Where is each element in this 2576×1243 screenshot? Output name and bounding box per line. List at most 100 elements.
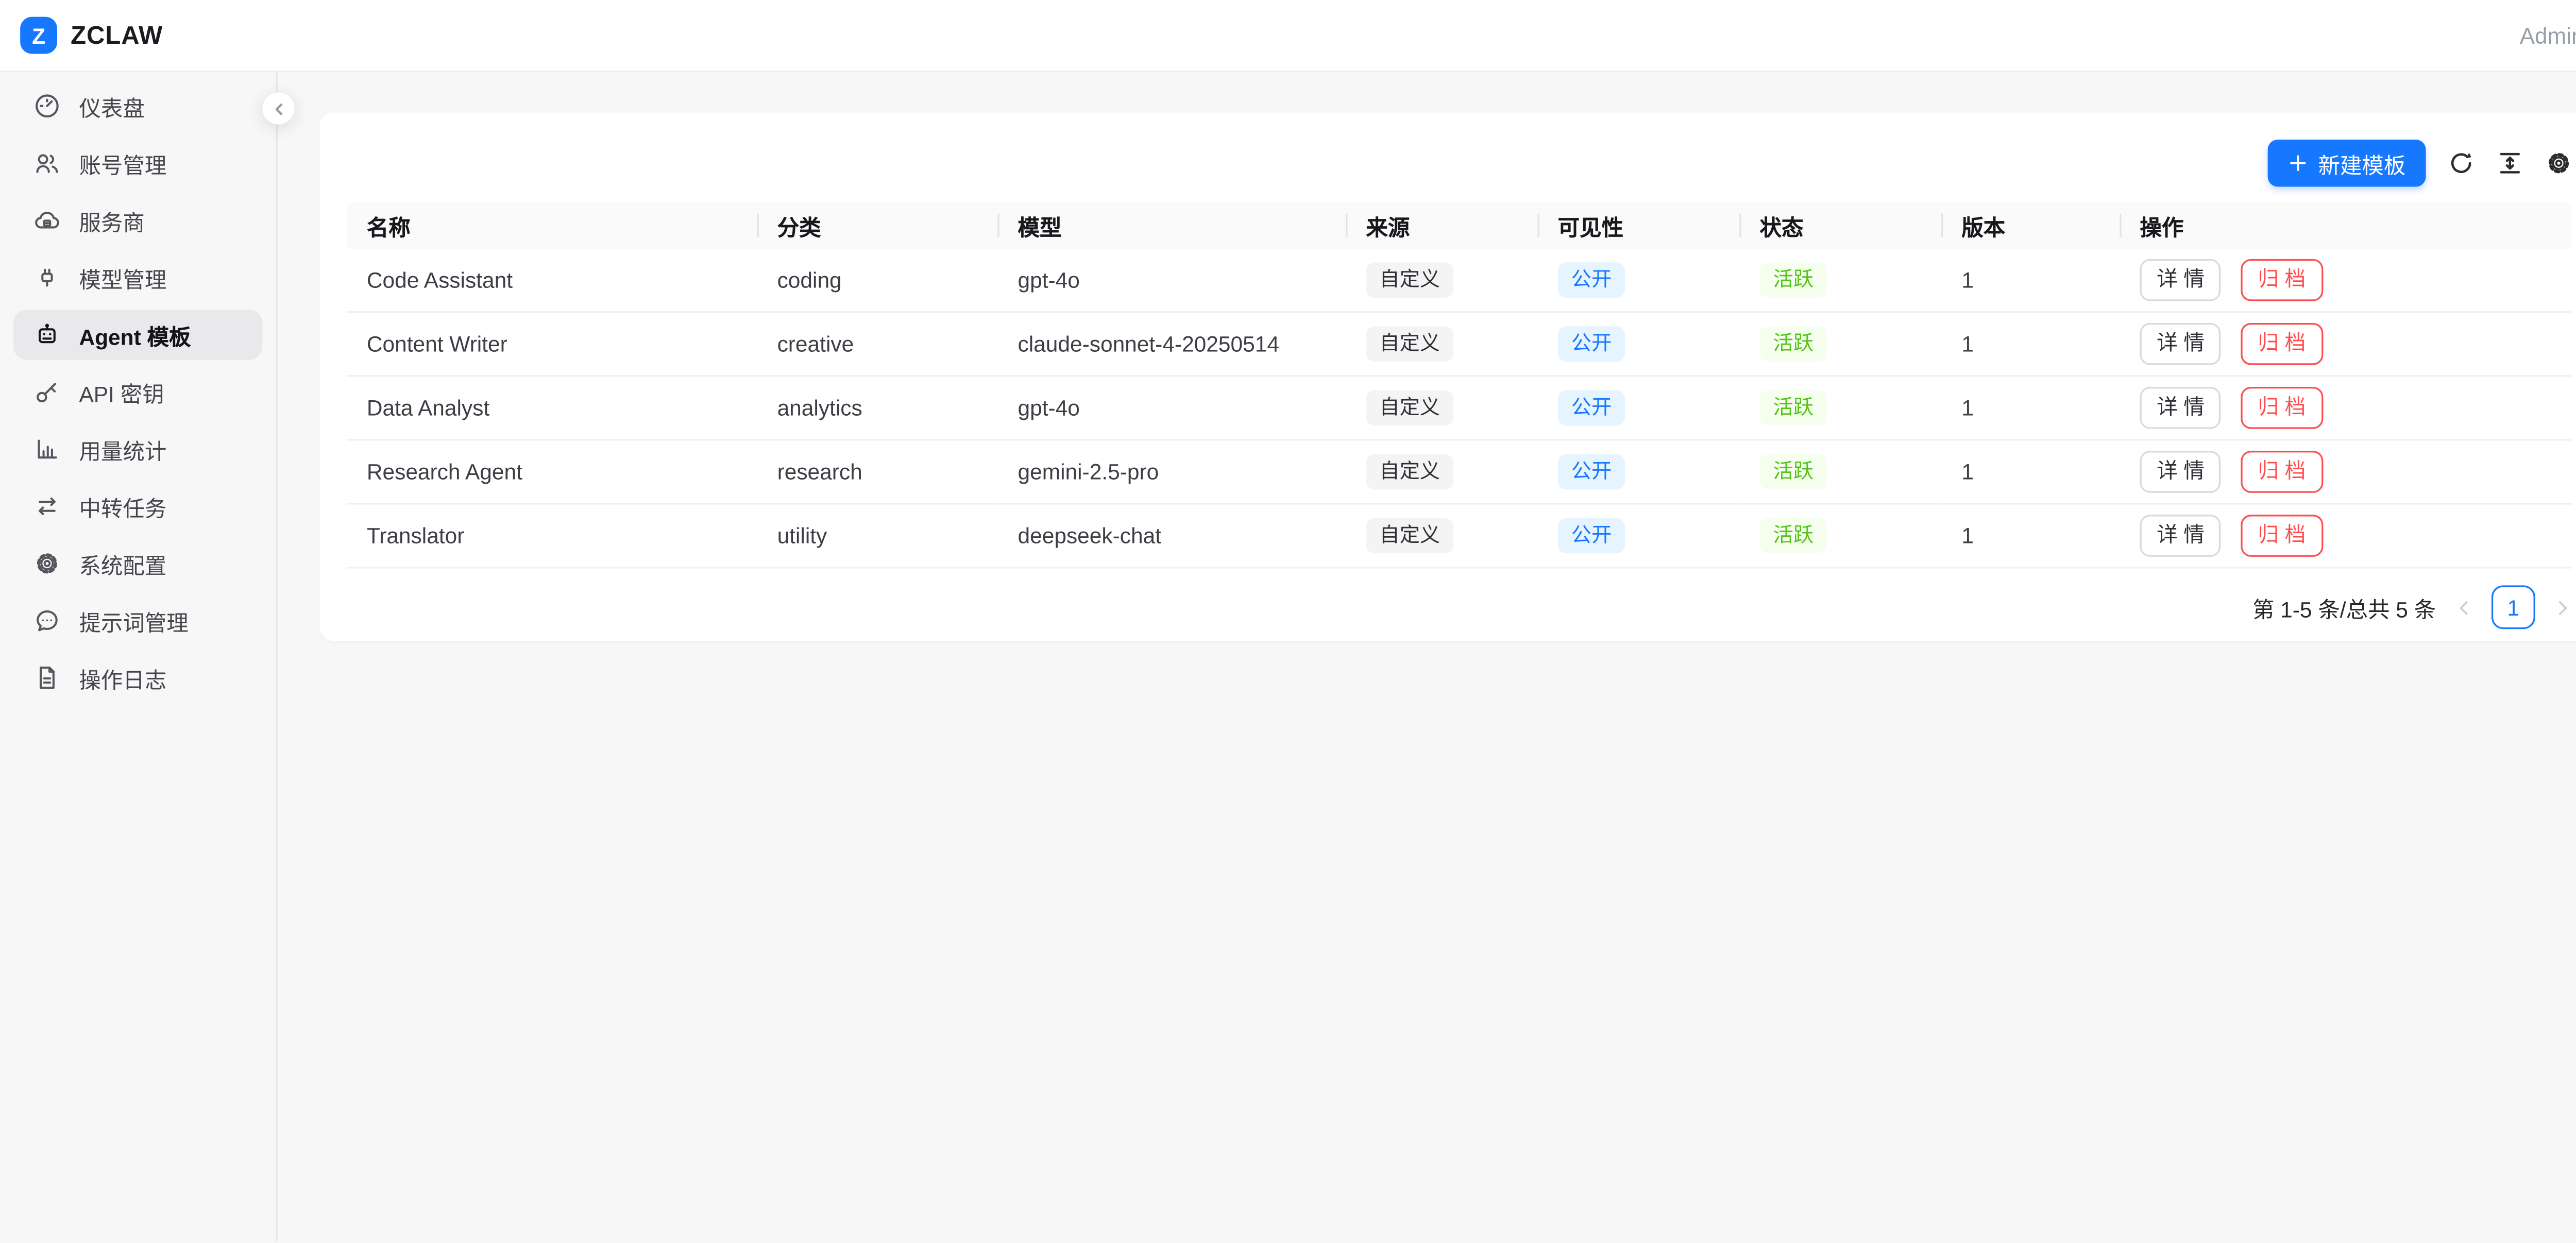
sidebar-item-dashboard[interactable]: 仪表盘 <box>13 81 262 131</box>
main-layout: 仪表盘 账号管理 服务商 模型管理 Agent 模板 API 密钥 <box>0 72 2576 1241</box>
gear-icon <box>33 550 60 577</box>
users-icon <box>33 150 60 177</box>
visibility-tag: 公开 <box>1558 326 1625 362</box>
cell-name: Translator <box>347 505 757 569</box>
visibility-tag: 公开 <box>1558 390 1625 426</box>
status-tag: 活跃 <box>1760 262 1827 298</box>
density-button[interactable] <box>2497 150 2523 177</box>
column-header-name: 名称 <box>347 202 757 249</box>
visibility-tag: 公开 <box>1558 262 1625 298</box>
archive-button[interactable]: 归 档 <box>2241 451 2323 493</box>
admin-user-menu[interactable]: Admin <box>2520 23 2576 48</box>
status-tag: 活跃 <box>1760 326 1827 362</box>
cell-category: research <box>757 441 997 505</box>
brand-name: ZCLAW <box>71 21 163 50</box>
cell-category: analytics <box>757 377 997 440</box>
sidebar-item-agent-templates[interactable]: Agent 模板 <box>13 310 262 360</box>
detail-button[interactable]: 详 情 <box>2140 451 2221 493</box>
cell-name: Code Assistant <box>347 249 757 313</box>
cell-model: gemini-2.5-pro <box>997 441 1346 505</box>
cell-model: claude-sonnet-4-20250514 <box>997 313 1346 377</box>
detail-button[interactable]: 详 情 <box>2140 323 2221 365</box>
column-header-actions: 操作 <box>2120 202 2572 249</box>
archive-button[interactable]: 归 档 <box>2241 323 2323 365</box>
sidebar-item-providers[interactable]: 服务商 <box>13 195 262 246</box>
column-settings-button[interactable] <box>2545 150 2572 177</box>
settings-gear-icon <box>2545 150 2572 177</box>
pagination-page-1[interactable]: 1 <box>2492 585 2535 629</box>
cell-model: deepseek-chat <box>997 505 1346 569</box>
table-row: Data Analyst analytics gpt-4o 自定义 公开 活跃 … <box>347 377 2572 440</box>
sidebar-item-usage-stats[interactable]: 用量统计 <box>13 424 262 474</box>
plug-icon <box>33 264 60 291</box>
detail-button[interactable]: 详 情 <box>2140 387 2221 429</box>
archive-button[interactable]: 归 档 <box>2241 259 2323 301</box>
table-header: 名称 分类 模型 来源 可见性 状态 版本 操作 <box>347 202 2572 249</box>
brand-logo-letter: Z <box>32 23 45 48</box>
sidebar-item-accounts[interactable]: 账号管理 <box>13 138 262 189</box>
sidebar-item-label: 中转任务 <box>79 490 166 522</box>
source-tag: 自定义 <box>1366 518 1453 554</box>
table-toolbar: 新建模板 <box>347 140 2572 186</box>
chevron-left-icon <box>270 100 287 117</box>
reload-icon <box>2448 150 2475 177</box>
archive-button[interactable]: 归 档 <box>2241 515 2323 557</box>
cell-name: Data Analyst <box>347 377 757 440</box>
cell-category: creative <box>757 313 997 377</box>
sidebar-item-prompts[interactable]: 提示词管理 <box>13 595 262 646</box>
sidebar-item-label: 仪表盘 <box>79 90 144 122</box>
cell-category: utility <box>757 505 997 569</box>
sidebar-item-api-keys[interactable]: API 密钥 <box>13 367 262 417</box>
cell-version: 1 <box>1941 377 2120 440</box>
archive-button[interactable]: 归 档 <box>2241 387 2323 429</box>
pagination-next-button[interactable] <box>2554 598 2572 617</box>
sidebar-item-system-config[interactable]: 系统配置 <box>13 538 262 589</box>
detail-button[interactable]: 详 情 <box>2140 259 2221 301</box>
visibility-tag: 公开 <box>1558 518 1625 554</box>
sidebar-item-relay-tasks[interactable]: 中转任务 <box>13 481 262 532</box>
cell-version: 1 <box>1941 505 2120 569</box>
key-icon <box>33 379 60 405</box>
pagination-prev-button[interactable] <box>2454 598 2473 617</box>
sidebar-item-operation-logs[interactable]: 操作日志 <box>13 653 262 703</box>
table-row: Code Assistant coding gpt-4o 自定义 公开 活跃 1… <box>347 249 2572 313</box>
brand-logo: Z <box>20 17 57 54</box>
detail-button[interactable]: 详 情 <box>2140 515 2221 557</box>
app-root: Z ZCLAW Admin 仪表盘 账号管理 服务商 模型管理 <box>0 0 2576 1243</box>
source-tag: 自定义 <box>1366 262 1453 298</box>
sidebar-item-label: 操作日志 <box>79 662 166 694</box>
column-header-category: 分类 <box>757 202 997 249</box>
plus-icon <box>2288 153 2308 173</box>
sidebar-item-label: 用量统计 <box>79 433 166 465</box>
sidebar-collapse-button[interactable] <box>262 93 294 125</box>
sidebar-item-models[interactable]: 模型管理 <box>13 252 262 303</box>
reload-button[interactable] <box>2448 150 2475 177</box>
sidebar-item-label: 服务商 <box>79 205 144 236</box>
file-log-icon <box>33 665 60 691</box>
column-header-model: 模型 <box>997 202 1346 249</box>
chevron-right-icon <box>2554 598 2572 617</box>
column-header-version: 版本 <box>1941 202 2120 249</box>
app-header: Z ZCLAW Admin <box>0 0 2576 72</box>
source-tag: 自定义 <box>1366 454 1453 490</box>
source-tag: 自定义 <box>1366 326 1453 362</box>
source-tag: 自定义 <box>1366 390 1453 426</box>
cell-version: 1 <box>1941 249 2120 313</box>
sidebar-item-label: 账号管理 <box>79 147 166 179</box>
sidebar-item-label: Agent 模板 <box>79 319 191 351</box>
new-template-button[interactable]: 新建模板 <box>2268 140 2426 186</box>
status-tag: 活跃 <box>1760 390 1827 426</box>
status-tag: 活跃 <box>1760 454 1827 490</box>
cell-model: gpt-4o <box>997 377 1346 440</box>
column-header-source: 来源 <box>1346 202 1537 249</box>
cell-category: coding <box>757 249 997 313</box>
pagination-summary: 第 1-5 条/总共 5 条 <box>2252 591 2436 623</box>
chevron-left-icon <box>2454 598 2473 617</box>
column-height-icon <box>2497 150 2523 177</box>
robot-icon <box>33 321 60 348</box>
agent-template-table-card: 新建模板 <box>319 113 2576 641</box>
column-header-visibility: 可见性 <box>1537 202 1739 249</box>
sidebar-nav: 仪表盘 账号管理 服务商 模型管理 Agent 模板 API 密钥 <box>0 72 278 1241</box>
table-row: Translator utility deepseek-chat 自定义 公开 … <box>347 505 2572 569</box>
sidebar-item-label: 系统配置 <box>79 548 166 580</box>
